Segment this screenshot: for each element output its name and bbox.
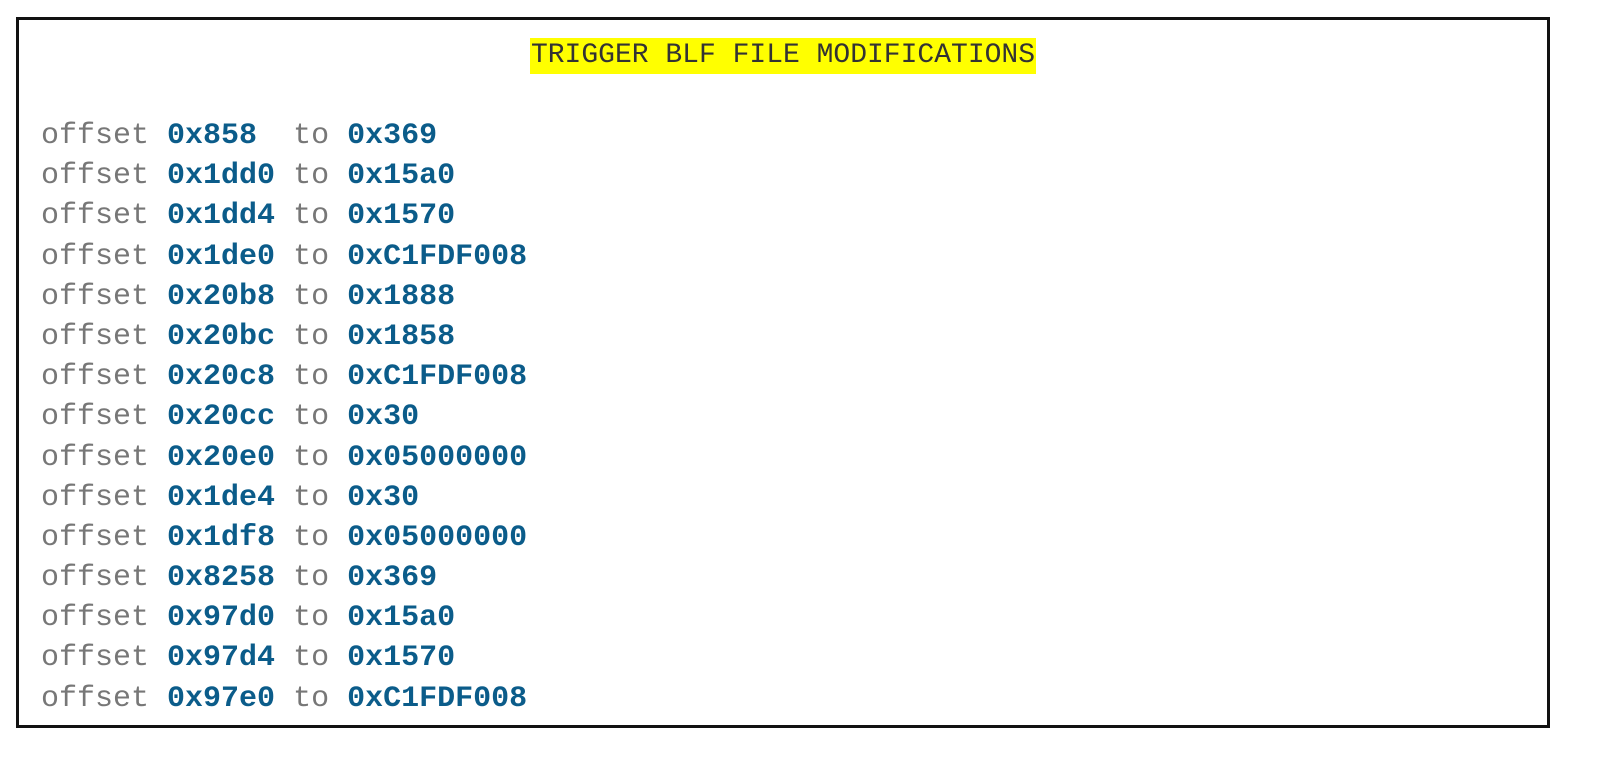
to-keyword: to (293, 199, 330, 234)
modification-line: offset 0x97d4 to 0x1570 (41, 638, 527, 678)
modification-line: offset 0x858 to 0x369 (41, 116, 527, 156)
new-value: 0xC1FDF008 (347, 681, 528, 716)
offset-value: 0x20c8 (167, 360, 276, 395)
offset-keyword: offset (41, 480, 150, 515)
offset-keyword: offset (41, 159, 150, 194)
modification-line: offset 0x8258 to 0x369 (41, 558, 527, 598)
offset-value: 0x8258 (167, 561, 276, 596)
to-keyword: to (293, 601, 330, 636)
modification-line: offset 0x20c8 to 0xC1FDF008 (41, 357, 527, 397)
offset-keyword: offset (41, 279, 150, 314)
to-keyword: to (293, 681, 330, 716)
to-keyword: to (293, 159, 330, 194)
modification-line: offset 0x97d0 to 0x15a0 (41, 598, 527, 638)
modification-line: offset 0x1de4 to 0x30 (41, 478, 527, 518)
new-value: 0x15a0 (347, 159, 456, 194)
offset-keyword: offset (41, 319, 150, 354)
to-keyword: to (293, 360, 330, 395)
new-value: 0xC1FDF008 (347, 239, 528, 274)
to-keyword: to (293, 279, 330, 314)
offset-keyword: offset (41, 520, 150, 555)
modification-line: offset 0x1dd4 to 0x1570 (41, 196, 527, 236)
offset-keyword: offset (41, 119, 150, 153)
offset-keyword: offset (41, 561, 150, 596)
to-keyword: to (293, 641, 330, 676)
offset-keyword: offset (41, 400, 150, 435)
offset-value: 0x1de0 (167, 239, 276, 274)
new-value: 0x1570 (347, 641, 456, 676)
offset-keyword: offset (41, 199, 150, 234)
offset-value: 0x97d0 (167, 601, 276, 636)
new-value: 0x1858 (347, 319, 456, 354)
offset-value: 0x97e0 (167, 681, 276, 716)
to-keyword: to (293, 520, 330, 555)
code-box: TRIGGER BLF FILE MODIFICATIONS offset 0x… (16, 17, 1550, 728)
to-keyword: to (293, 440, 330, 475)
offset-value: 0x20bc (167, 319, 276, 354)
title-row: TRIGGER BLF FILE MODIFICATIONS (19, 38, 1547, 74)
new-value: 0x30 (347, 480, 420, 515)
offset-value: 0x858 (167, 119, 258, 153)
to-keyword: to (293, 400, 330, 435)
offset-keyword: offset (41, 239, 150, 274)
new-value: 0x05000000 (347, 520, 528, 555)
offset-keyword: offset (41, 681, 150, 716)
to-keyword: to (293, 119, 330, 153)
offset-value: 0x1dd0 (167, 159, 276, 194)
modification-line: offset 0x20bc to 0x1858 (41, 317, 527, 357)
new-value: 0x15a0 (347, 601, 456, 636)
modification-list: offset 0x858 to 0x369 offset 0x1dd0 to 0x… (41, 116, 527, 719)
modification-line: offset 0x97e0 to 0xC1FDF008 (41, 679, 527, 719)
offset-value: 0x97d4 (167, 641, 276, 676)
new-value: 0x1888 (347, 279, 456, 314)
to-keyword: to (293, 319, 330, 354)
modification-line: offset 0x20e0 to 0x05000000 (41, 438, 527, 478)
new-value: 0x369 (347, 119, 438, 153)
modification-line: offset 0x20b8 to 0x1888 (41, 277, 527, 317)
offset-keyword: offset (41, 440, 150, 475)
modification-line: offset 0x1df8 to 0x05000000 (41, 518, 527, 558)
offset-value: 0x20b8 (167, 279, 276, 314)
modification-line: offset 0x20cc to 0x30 (41, 397, 527, 437)
offset-value: 0x20e0 (167, 440, 276, 475)
modification-line: offset 0x1dd0 to 0x15a0 (41, 156, 527, 196)
to-keyword: to (293, 561, 330, 596)
new-value: 0x05000000 (347, 440, 528, 475)
new-value: 0x30 (347, 400, 420, 435)
modification-line: offset 0x1de0 to 0xC1FDF008 (41, 237, 527, 277)
new-value: 0x369 (347, 561, 438, 596)
offset-keyword: offset (41, 641, 150, 676)
offset-value: 0x20cc (167, 400, 276, 435)
title: TRIGGER BLF FILE MODIFICATIONS (529, 38, 1037, 74)
new-value: 0x1570 (347, 199, 456, 234)
offset-keyword: offset (41, 360, 150, 395)
offset-value: 0x1de4 (167, 480, 276, 515)
offset-value: 0x1dd4 (167, 199, 276, 234)
to-keyword: to (293, 480, 330, 515)
offset-keyword: offset (41, 601, 150, 636)
offset-value: 0x1df8 (167, 520, 276, 555)
to-keyword: to (293, 239, 330, 274)
new-value: 0xC1FDF008 (347, 360, 528, 395)
